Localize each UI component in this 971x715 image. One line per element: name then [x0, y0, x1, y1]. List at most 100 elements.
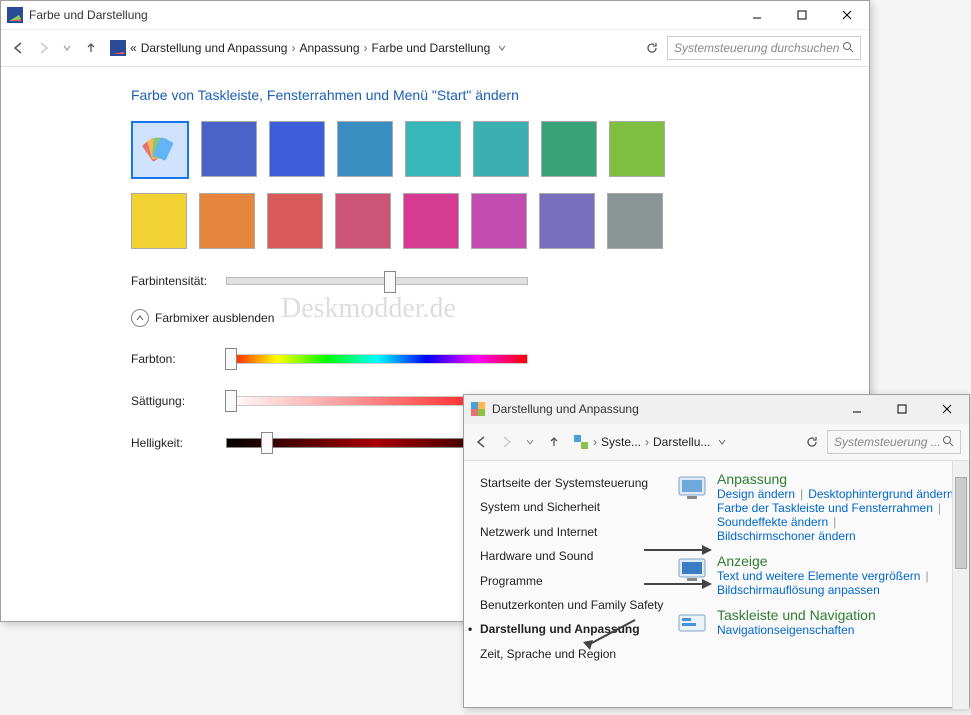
breadcrumb-main[interactable]: « Darstellung und Anpassung › Anpassung … [105, 35, 637, 61]
recent-dropdown[interactable] [520, 432, 540, 452]
nav-item[interactable]: Benutzerkonten und Family Safety [480, 593, 675, 617]
mixer-toggle[interactable]: Farbmixer ausblenden [131, 309, 829, 327]
color-swatch[interactable] [405, 121, 461, 177]
refresh-button[interactable] [801, 431, 823, 453]
category-link[interactable]: Bildschirmschoner ändern [717, 529, 856, 543]
nav-item[interactable]: Darstellung und Anpassung [480, 617, 675, 641]
chevron-up-icon [131, 309, 149, 327]
search-input-main[interactable]: Systemsteuerung durchsuchen [667, 36, 861, 60]
maximize-button[interactable] [879, 395, 924, 423]
close-button[interactable] [924, 395, 969, 423]
category: AnpassungDesign ändern|Desktophintergrun… [675, 471, 969, 543]
navbar-main: « Darstellung und Anpassung › Anpassung … [1, 30, 869, 67]
refresh-button[interactable] [641, 37, 663, 59]
intensity-slider[interactable] [226, 277, 528, 285]
category-title[interactable]: Anzeige [717, 553, 969, 569]
content-sub: Startseite der SystemsteuerungSystem und… [464, 461, 969, 709]
slider-thumb[interactable] [225, 348, 237, 370]
color-swatch[interactable] [403, 193, 459, 249]
link-separator: | [833, 515, 836, 529]
breadcrumb-item[interactable]: Anpassung [299, 41, 359, 55]
slider-thumb[interactable] [225, 390, 237, 412]
nav-item[interactable]: Programme [480, 569, 675, 593]
window-controls-sub [834, 395, 969, 423]
category-link[interactable]: Bildschirmauflösung anpassen [717, 583, 880, 597]
scrollbar-thumb[interactable] [955, 477, 967, 569]
slider-thumb[interactable] [384, 271, 396, 293]
title-text-sub: Darstellung und Anpassung [492, 402, 834, 416]
hue-slider[interactable] [226, 354, 528, 364]
back-button[interactable] [472, 432, 492, 452]
breadcrumb-dropdown[interactable] [494, 43, 510, 53]
color-swatch[interactable] [201, 121, 257, 177]
mixer-toggle-label: Farbmixer ausblenden [155, 311, 274, 325]
color-swatch[interactable] [337, 121, 393, 177]
category-title[interactable]: Taskleiste und Navigation [717, 607, 969, 623]
category-link[interactable]: Navigationseigenschaften [717, 623, 854, 637]
color-swatch[interactable] [335, 193, 391, 249]
breadcrumb-item[interactable]: Darstellung und Anpassung [141, 41, 288, 55]
search-icon [842, 41, 854, 56]
chevron-right-icon: › [291, 41, 295, 55]
intensity-row: Farbintensität: [131, 271, 829, 291]
link-separator: | [938, 501, 941, 515]
nav-item[interactable]: Netzwerk und Internet [480, 520, 675, 544]
search-input-sub[interactable]: Systemsteuerung ... [827, 430, 961, 454]
minimize-button[interactable] [734, 1, 779, 29]
color-swatch[interactable] [131, 121, 189, 179]
color-swatch[interactable] [609, 121, 665, 177]
breadcrumb-dropdown[interactable] [714, 437, 730, 447]
breadcrumb-item[interactable]: Syste... [601, 435, 641, 449]
category-icon [675, 607, 709, 641]
minimize-button[interactable] [834, 395, 879, 423]
category: Taskleiste und NavigationNavigationseige… [675, 607, 969, 641]
hue-label: Farbton: [131, 352, 226, 366]
category-list: AnpassungDesign ändern|Desktophintergrun… [675, 461, 969, 709]
maximize-button[interactable] [779, 1, 824, 29]
color-swatch[interactable] [267, 193, 323, 249]
color-swatch[interactable] [471, 193, 527, 249]
window-controls-main [734, 1, 869, 29]
category-nav: Startseite der SystemsteuerungSystem und… [464, 461, 675, 709]
category-link[interactable]: Farbe der Taskleiste und Fensterrahmen [717, 501, 933, 515]
category-link[interactable]: Text und weitere Elemente vergrößern [717, 569, 920, 583]
link-separator: | [800, 487, 803, 501]
category: AnzeigeText und weitere Elemente vergröß… [675, 553, 969, 597]
color-swatch[interactable] [607, 193, 663, 249]
titlebar-sub[interactable]: Darstellung und Anpassung [464, 395, 969, 424]
category-icon [675, 553, 709, 587]
breadcrumb-icon [573, 434, 589, 450]
breadcrumb-item[interactable]: Farbe und Darstellung [372, 41, 491, 55]
forward-button[interactable] [496, 432, 516, 452]
nav-item[interactable]: Zeit, Sprache und Region [480, 642, 675, 666]
color-swatch[interactable] [539, 193, 595, 249]
breadcrumb-sub[interactable]: › Syste... › Darstellu... [568, 429, 797, 455]
scrollbar[interactable] [952, 461, 969, 709]
nav-item[interactable]: Hardware und Sound [480, 544, 675, 568]
color-swatch[interactable] [541, 121, 597, 177]
swatch-row-2 [131, 193, 829, 249]
category-link[interactable]: Soundeffekte ändern [717, 515, 828, 529]
titlebar-main[interactable]: Farbe und Darstellung [1, 1, 869, 30]
category-title[interactable]: Anpassung [717, 471, 969, 487]
slider-thumb[interactable] [261, 432, 273, 454]
sat-label: Sättigung: [131, 394, 226, 408]
recent-dropdown[interactable] [57, 38, 77, 58]
breadcrumb-item[interactable]: Darstellu... [653, 435, 710, 449]
nav-item[interactable]: System und Sicherheit [480, 495, 675, 519]
category-link[interactable]: Design ändern [717, 487, 795, 501]
nav-item[interactable]: Startseite der Systemsteuerung [480, 471, 675, 495]
category-link[interactable]: Desktophintergrund ändern [808, 487, 953, 501]
breadcrumb-prefix: « [130, 41, 137, 55]
close-button[interactable] [824, 1, 869, 29]
up-button[interactable] [81, 38, 101, 58]
back-button[interactable] [9, 38, 29, 58]
forward-button[interactable] [33, 38, 53, 58]
color-swatch[interactable] [473, 121, 529, 177]
color-swatch[interactable] [199, 193, 255, 249]
swatch-row-1 [131, 121, 829, 179]
up-button[interactable] [544, 432, 564, 452]
appearance-window: Darstellung und Anpassung › Syste... › D… [463, 394, 970, 708]
color-swatch[interactable] [131, 193, 187, 249]
color-swatch[interactable] [269, 121, 325, 177]
